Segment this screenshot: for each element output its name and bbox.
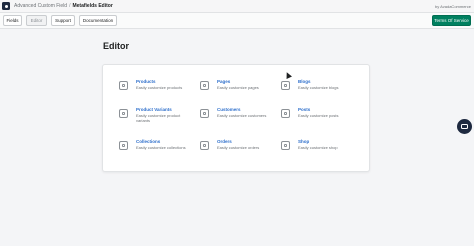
documentation-button[interactable]: Documentation	[79, 15, 117, 26]
variant-icon	[119, 109, 128, 118]
page-title: Editor	[103, 41, 129, 51]
page-icon	[200, 81, 209, 90]
item-description: Easily customize customers	[217, 113, 267, 118]
chat-icon	[461, 124, 468, 129]
breadcrumb-separator: /	[69, 3, 71, 9]
post-icon	[281, 109, 290, 118]
item-description: Easily customize orders	[217, 145, 260, 150]
editor-item-collections[interactable]: Collections Easily customize collections	[119, 139, 204, 161]
shop-icon	[281, 141, 290, 150]
blog-icon	[281, 81, 290, 90]
terms-of-service-button[interactable]: Terms Of Service	[432, 15, 471, 26]
item-description: Easily customize posts	[298, 113, 339, 118]
byline: by AvadaCommerce	[435, 4, 471, 9]
breadcrumb-app[interactable]: Advanced Custom Field	[14, 3, 67, 9]
editor-item-blogs[interactable]: Blogs Easily customize blogs	[281, 79, 366, 101]
editor-item-customers[interactable]: Customers Easily customize customers	[200, 107, 285, 129]
item-description: Easily customize products	[136, 85, 183, 90]
app-logo-icon	[2, 2, 10, 10]
item-description: Easily customize pages	[217, 85, 259, 90]
editor-item-product-variants[interactable]: Product Variants Easily customize produc…	[119, 107, 204, 129]
fields-button[interactable]: Fields	[3, 15, 22, 26]
toolbar: Fields Editor Support Documentation Term…	[0, 13, 474, 29]
tag-icon	[119, 81, 128, 90]
editor-button[interactable]: Editor	[26, 15, 47, 26]
collection-icon	[119, 141, 128, 150]
editor-card: Products Easily customize products Pages…	[102, 64, 370, 172]
item-description: Easily customize collections	[136, 145, 186, 150]
item-description: Easily customize blogs	[298, 85, 339, 90]
item-description: Easily customize shop	[298, 145, 338, 150]
title-bar: Advanced Custom Field / Metafields Edito…	[0, 0, 474, 13]
editor-item-products[interactable]: Products Easily customize products	[119, 79, 204, 101]
order-icon	[200, 141, 209, 150]
breadcrumb-current: Metafields Editor	[72, 3, 113, 9]
editor-item-shop[interactable]: Shop Easily customize shop	[281, 139, 366, 161]
chat-widget-button[interactable]	[457, 119, 472, 134]
support-button[interactable]: Support	[51, 15, 75, 26]
editor-item-pages[interactable]: Pages Easily customize pages	[200, 79, 285, 101]
item-description: Easily customize product variants	[136, 113, 181, 123]
editor-item-orders[interactable]: Orders Easily customize orders	[200, 139, 285, 161]
editor-item-posts[interactable]: Posts Easily customize posts	[281, 107, 366, 129]
person-icon	[200, 109, 209, 118]
